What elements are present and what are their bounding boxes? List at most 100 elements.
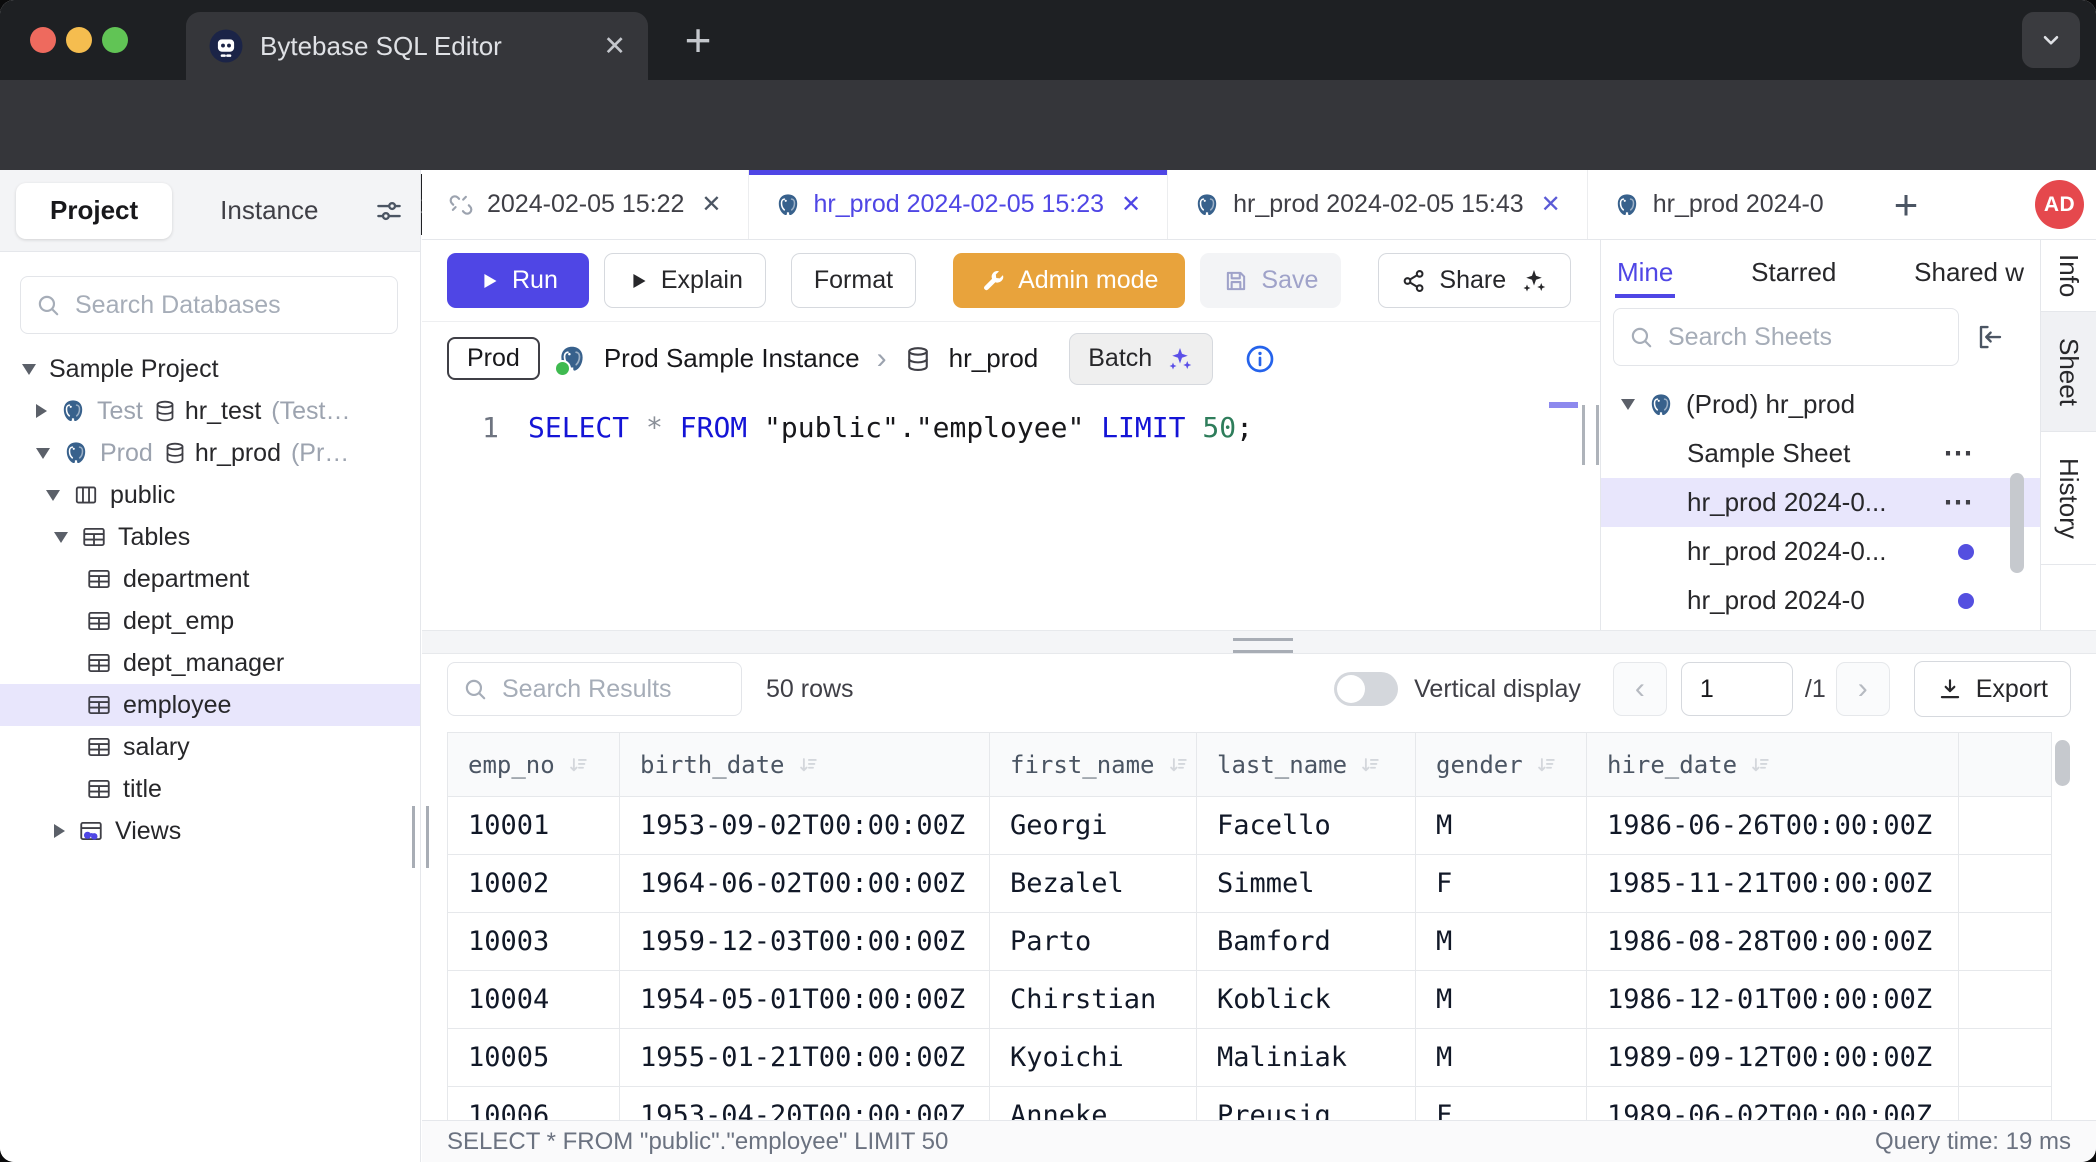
column-header-last-name[interactable]: last_name [1197,733,1416,796]
caret-down-icon[interactable] [36,448,50,459]
tree-item-salary[interactable]: salary [0,726,420,768]
admin-mode-button[interactable]: Admin mode [953,253,1185,308]
column-header-hire-date[interactable]: hire_date [1587,733,1959,796]
table-cell-empty [1959,913,2051,970]
explain-button[interactable]: Explain [604,253,766,308]
column-header-gender[interactable]: gender [1416,733,1587,796]
sheet-tab-shared-w[interactable]: Shared w [1912,240,2026,304]
panel-tab-sheet[interactable]: Sheet [2041,312,2096,432]
window-menu-button[interactable] [2022,12,2080,68]
sheet-item-prod-hr-prod[interactable]: (Prod) hr_prod [1601,380,2040,429]
tree-item-dept-emp[interactable]: dept_emp [0,600,420,642]
tree-item-title[interactable]: title [0,768,420,810]
tree-item-sample-project[interactable]: Sample Project [0,348,420,390]
table-icon [86,776,112,802]
panel-tab-history[interactable]: History [2041,432,2096,565]
sheet-item-hr-prod-2024-0[interactable]: hr_prod 2024-0...⋯ [1601,478,2040,527]
column-header-emp-no[interactable]: emp_no [448,733,620,796]
column-header-label: hire_date [1607,751,1737,779]
avatar[interactable]: AD [2035,180,2084,229]
import-sheet-icon[interactable] [1975,322,2005,352]
instance-name[interactable]: Prod Sample Instance [604,343,860,374]
editor-panel-resize-handle[interactable] [1582,405,1599,465]
vertical-display-toggle[interactable] [1334,672,1398,706]
caret-down-icon[interactable] [1621,399,1635,410]
caret-down-icon[interactable] [22,364,36,375]
close-tab-icon[interactable]: ✕ [1541,190,1561,219]
save-label: Save [1261,266,1318,295]
sheet-menu-icon[interactable]: ⋯ [1943,488,1974,518]
table-row[interactable]: 100031959-12-03T00:00:00ZPartoBamfordM19… [448,913,2051,971]
sheet-search[interactable] [1613,308,1959,366]
column-header-birth-date[interactable]: birth_date [620,733,990,796]
previous-page-button[interactable]: ‹ [1613,662,1667,716]
close-tab-icon[interactable]: ✕ [701,190,721,219]
results-search[interactable] [447,662,742,716]
caret-right-icon[interactable] [54,824,65,838]
minimize-window-button[interactable] [66,27,92,53]
tree-item-views[interactable]: Views [0,810,420,852]
sidebar-resize-handle[interactable] [412,806,429,868]
table-row[interactable]: 100051955-01-21T00:00:00ZKyoichiMaliniak… [448,1029,2051,1087]
maximize-window-button[interactable] [102,27,128,53]
export-button[interactable]: Export [1914,661,2071,717]
share-button[interactable]: Share [1378,253,1571,308]
next-page-button[interactable]: › [1836,662,1890,716]
tree-item-label: salary [123,733,190,762]
save-button[interactable]: Save [1200,253,1341,308]
filter-settings-icon[interactable] [374,196,404,226]
caret-down-icon[interactable] [54,532,68,543]
search-results-input[interactable] [500,674,727,705]
sheet-tab-starred[interactable]: Starred [1749,240,1838,304]
table-row[interactable]: 100041954-05-01T00:00:00ZChirstianKoblic… [448,971,2051,1029]
sql-token-keyword: LIMIT [1101,411,1185,444]
close-tab-icon[interactable]: ✕ [603,33,626,60]
caret-right-icon[interactable] [36,404,47,418]
environment-chip[interactable]: Prod [447,337,540,380]
sheet-tab-mine[interactable]: Mine [1615,240,1675,304]
panel-tab-info[interactable]: Info [2041,240,2096,312]
run-button[interactable]: Run [447,253,589,308]
tree-item-dept-manager[interactable]: dept_manager [0,642,420,684]
table-row[interactable]: 100011953-09-02T00:00:00ZGeorgiFacelloM1… [448,797,2051,855]
sheet-menu-icon[interactable]: ⋯ [1943,439,1974,469]
splitter-handle[interactable] [1233,638,1293,653]
database-search[interactable] [20,276,398,334]
tab-instance[interactable]: Instance [220,195,318,226]
database-name[interactable]: hr_prod [949,343,1039,374]
browser-tab[interactable]: Bytebase SQL Editor ✕ [186,12,648,80]
sql-editor[interactable]: 1 SELECT * FROM "public"."employee" LIMI… [422,395,1600,630]
horizontal-splitter[interactable] [422,630,2096,654]
search-sheets-input[interactable] [1666,322,1944,353]
tree-item-public[interactable]: public [0,474,420,516]
sheet-item-hr-prod-2024-0[interactable]: hr_prod 2024-0... [1601,527,2040,576]
format-button[interactable]: Format [791,253,916,308]
sheet-list-scrollbar[interactable] [2010,473,2024,573]
editor-tab-2024-02-05-15-22[interactable]: 2024-02-05 15:22✕ [422,170,749,239]
editor-tab-hr-prod-2024-02-05-15-23[interactable]: hr_prod 2024-02-05 15:23✕ [749,170,1169,239]
sheet-item-sample-sheet[interactable]: Sample Sheet⋯ [1601,429,2040,478]
tree-item-employee[interactable]: employee [0,684,420,726]
tree-item-prod-hr-prod[interactable]: Prodhr_prod(Pr… [0,432,420,474]
column-header-first-name[interactable]: first_name [990,733,1197,796]
new-sheet-button[interactable]: + [1886,184,1927,226]
page-number-input[interactable] [1681,662,1793,716]
table-row[interactable]: 100021964-06-02T00:00:00ZBezalelSimmelF1… [448,855,2051,913]
tree-item-tables[interactable]: Tables [0,516,420,558]
table-row[interactable]: 100061953-04-20T00:00:00ZAnnekePreusigF1… [448,1087,2051,1120]
table-scrollbar[interactable] [2055,740,2070,786]
sheet-item-hr-prod-2024-0[interactable]: hr_prod 2024-0 [1601,576,2040,625]
editor-tab-hr-prod-2024-0[interactable]: hr_prod 2024-0 [1588,170,1886,239]
tree-item-test-hr-test[interactable]: Testhr_test(Test… [0,390,420,432]
editor-minimap[interactable] [1547,395,1581,630]
batch-button[interactable]: Batch [1069,333,1213,385]
info-icon[interactable] [1244,343,1276,375]
editor-tab-hr-prod-2024-02-05-15-43[interactable]: hr_prod 2024-02-05 15:43✕ [1168,170,1588,239]
new-tab-button[interactable]: + [672,14,724,66]
search-databases-input[interactable] [73,290,383,321]
tab-project[interactable]: Project [16,183,172,239]
close-window-button[interactable] [30,27,56,53]
tree-item-department[interactable]: department [0,558,420,600]
close-tab-icon[interactable]: ✕ [1121,190,1141,219]
caret-down-icon[interactable] [46,490,60,501]
